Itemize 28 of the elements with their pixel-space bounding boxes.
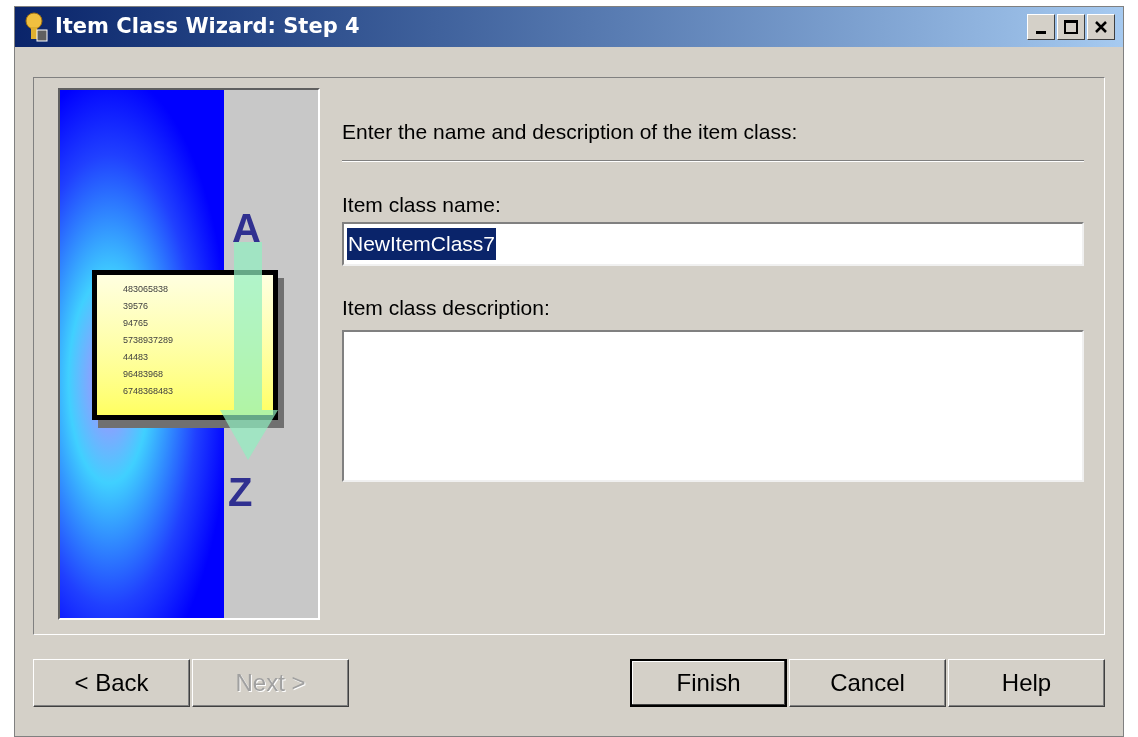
letter-z: Z — [228, 469, 253, 516]
list-number: 39576 — [123, 300, 150, 313]
field-label: Item class description: — [342, 295, 551, 321]
field-label: Item class name: — [342, 191, 502, 218]
list-number: 6748368483 — [123, 385, 175, 398]
description-input-field[interactable] — [342, 329, 1084, 482]
dialog-button[interactable]: Help — [948, 659, 1105, 707]
list-number: 44483 — [123, 351, 150, 364]
field-value: NewItemClass7 — [347, 228, 497, 260]
list-number: 5738937289 — [123, 334, 175, 347]
maximize-button[interactable] — [1057, 14, 1085, 40]
close-button[interactable] — [1087, 14, 1115, 40]
dialog-button[interactable]: < Back — [33, 659, 190, 707]
dialog-button[interactable]: Cancel — [789, 659, 946, 707]
dialog-button[interactable]: Finish — [630, 659, 787, 707]
minimize-button[interactable] — [1027, 14, 1055, 40]
close-icon — [1094, 20, 1108, 34]
key-icon — [23, 12, 49, 42]
down-arrow-icon — [220, 242, 280, 462]
list-number: 94765 — [123, 317, 150, 330]
minimize-icon — [1036, 31, 1046, 34]
list-number: 483065838 — [123, 283, 170, 296]
maximize-icon — [1064, 20, 1078, 34]
name-input-field[interactable]: NewItemClass7 — [342, 222, 1084, 266]
instruction-text: Enter the name and description of the item class: — [342, 116, 1084, 161]
letter-a: A — [232, 205, 261, 252]
window-title: Item Class Wizard: Step 4 — [55, 13, 360, 41]
list-number: 96483968 — [123, 368, 165, 381]
